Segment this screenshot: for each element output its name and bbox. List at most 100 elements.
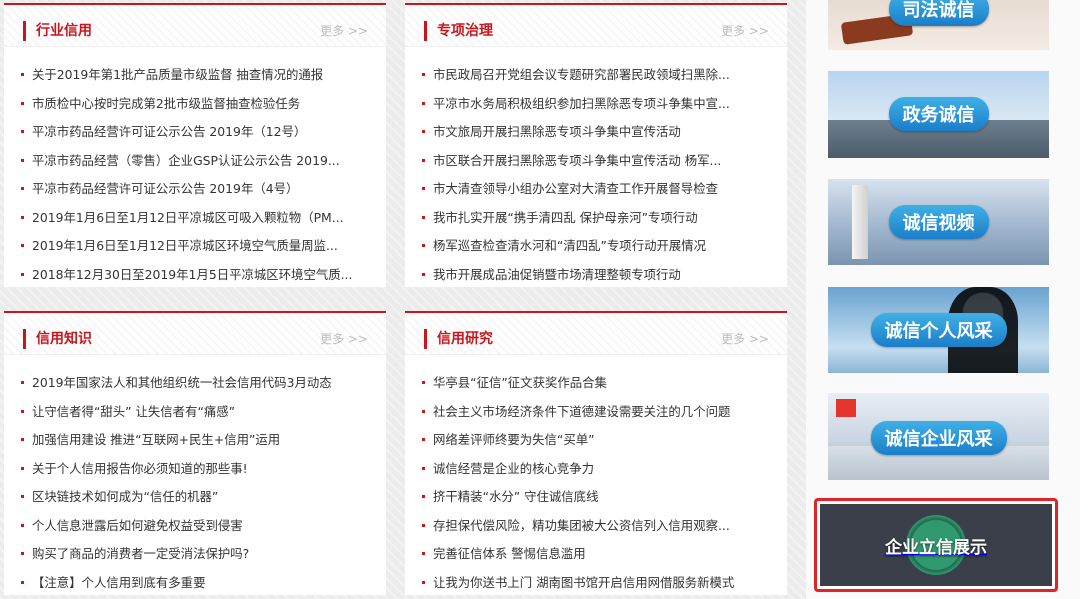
panel-header: 行业信用 更多 >>: [4, 5, 386, 47]
bullet-icon: [422, 215, 425, 219]
news-link[interactable]: 加强信用建设 推进“互联网+民生+信用”运用: [32, 432, 280, 447]
news-link[interactable]: 平凉市药品经营许可证公示公告 2019年（4号）: [32, 181, 298, 196]
list-item: 华亭县“征信”征文获奖作品合集: [422, 373, 772, 402]
news-link[interactable]: 杨军巡查检查清水河和“清四乱”专项行动开展情况: [433, 238, 706, 253]
bullet-icon: [21, 244, 24, 247]
news-link[interactable]: 2019年1月6日至1月12日平凉城区环境空气质量周监...: [32, 238, 338, 253]
bullet-icon: [422, 466, 425, 470]
panel-credit-knowledge: 信用知识 更多 >> 2019年国家法人和其他组织统一社会信用代码3月动态 让守…: [4, 311, 386, 595]
list-item: 平凉市水务局积极组织参加扫黑除恶专项斗争集中宣...: [422, 94, 772, 123]
flag-image: [836, 399, 856, 417]
bullet-icon: [422, 580, 425, 584]
news-link[interactable]: 2019年1月6日至1月12日平凉城区可吸入颗粒物（PM...: [32, 210, 344, 225]
banner-label: 诚信个人风采: [870, 313, 1007, 347]
news-link[interactable]: 诚信经营是企业的核心竞争力: [433, 461, 594, 476]
news-link[interactable]: 平凉市水务局积极组织参加扫黑除恶专项斗争集中宣...: [433, 96, 730, 111]
list-item: 让守信者得“甜头” 让失信者有“痛感”: [21, 402, 371, 431]
list-item: 【注意】个人信用到底有多重要: [21, 573, 371, 599]
bullet-icon: [21, 580, 24, 584]
banner-individual-integrity[interactable]: 诚信个人风采: [828, 287, 1049, 373]
more-link[interactable]: 更多 >>: [721, 330, 769, 347]
bullet-icon: [21, 523, 24, 527]
list-item: 个人信息泄露后如何避免权益受到侵害: [21, 516, 371, 545]
news-link[interactable]: 我市开展成品油促销暨市场清理整顿专项行动: [433, 267, 681, 282]
bullet-icon: [21, 101, 24, 105]
banner-enterprise-credit-showcase[interactable]: 企业立信展示: [814, 498, 1058, 592]
banner-judicial-integrity[interactable]: 司法诚信: [828, 0, 1049, 50]
news-link[interactable]: 社会主义市场经济条件下道德建设需要关注的几个问题: [433, 404, 730, 419]
list-item: 社会主义市场经济条件下道德建设需要关注的几个问题: [422, 402, 772, 431]
news-link[interactable]: 市质检中心按时完成第2批市级监督抽查检验任务: [32, 96, 300, 111]
news-link[interactable]: 购买了商品的消费者一定受消法保护吗?: [32, 546, 249, 561]
news-link[interactable]: 让守信者得“甜头” 让失信者有“痛感”: [32, 404, 235, 419]
bullet-icon: [21, 438, 24, 441]
list-item: 市文旅局开展扫黑除恶专项斗争集中宣传活动: [422, 122, 772, 151]
news-link[interactable]: 市文旅局开展扫黑除恶专项斗争集中宣传活动: [433, 124, 681, 139]
banner-label: 政务诚信: [888, 97, 989, 131]
news-link[interactable]: 我市扎实开展“携手清四乱 保护母亲河”专项行动: [433, 210, 698, 225]
bullet-icon: [422, 381, 425, 384]
banner-label: 企业立信展示: [885, 537, 987, 558]
news-link[interactable]: 2019年国家法人和其他组织统一社会信用代码3月动态: [32, 375, 332, 390]
news-link[interactable]: 市民政局召开党组会议专题研究部署民政领域扫黑除...: [433, 67, 730, 82]
panel-title: 信用知识: [23, 329, 92, 349]
more-link[interactable]: 更多 >>: [320, 330, 368, 347]
news-link[interactable]: 平凉市药品经营许可证公示公告 2019年（12号）: [32, 124, 306, 139]
banner-label: 司法诚信: [888, 0, 989, 26]
news-link[interactable]: 平凉市药品经营（零售）企业GSP认证公示公告 2019...: [32, 153, 340, 168]
banner-label: 诚信企业风采: [870, 421, 1007, 455]
banner-government-integrity[interactable]: 政务诚信: [828, 71, 1049, 158]
list-item: 让我为你送书上门 湖南图书馆开启信用网借服务新模式: [422, 573, 772, 599]
more-link[interactable]: 更多 >>: [721, 22, 769, 39]
list-item: 平凉市药品经营许可证公示公告 2019年（4号）: [21, 179, 371, 208]
bullet-icon: [422, 158, 425, 162]
more-link[interactable]: 更多 >>: [320, 22, 368, 39]
banner-enterprise-integrity[interactable]: 诚信企业风采: [828, 393, 1049, 480]
news-link[interactable]: 网络差评师终要为失信“买单”: [433, 432, 595, 447]
bullet-icon: [422, 187, 425, 190]
news-link[interactable]: 市大清查领导小组办公室对大清查工作开展督导检查: [433, 181, 718, 196]
news-link[interactable]: 挤干精装“水分” 守住诚信底线: [433, 489, 598, 504]
list-item: 2019年国家法人和其他组织统一社会信用代码3月动态: [21, 373, 371, 402]
bullet-icon: [21, 495, 24, 498]
list-item: 市民政局召开党组会议专题研究部署民政领域扫黑除...: [422, 65, 772, 94]
news-link[interactable]: 存担保代偿风险，精功集团被大公资信列入信用观察...: [433, 518, 730, 533]
banner-integrity-video[interactable]: 诚信视频: [828, 179, 1049, 265]
panel-special-governance: 专项治理 更多 >> 市民政局召开党组会议专题研究部署民政领域扫黑除... 平凉…: [405, 3, 787, 287]
news-link[interactable]: 市区联合开展扫黑除恶专项斗争集中宣传活动 杨军...: [433, 153, 721, 168]
bullet-icon: [21, 381, 24, 384]
news-link[interactable]: 区块链技术如何成为“信任的机器”: [32, 489, 218, 504]
bullet-icon: [422, 409, 425, 413]
list-item: 我市开展成品油促销暨市场清理整顿专项行动: [422, 265, 772, 294]
bullet-icon: [422, 438, 425, 441]
list-item: 我市扎实开展“携手清四乱 保护母亲河”专项行动: [422, 208, 772, 237]
news-link[interactable]: 华亭县“征信”征文获奖作品合集: [433, 375, 607, 390]
list-item: 关于2019年第1批产品质量市级监督 抽查情况的通报: [21, 65, 371, 94]
news-link[interactable]: 【注意】个人信用到底有多重要: [32, 575, 205, 590]
news-link[interactable]: 关于个人信用报告你必须知道的那些事!: [32, 461, 248, 476]
list-item: 网络差评师终要为失信“买单”: [422, 430, 772, 459]
news-link[interactable]: 让我为你送书上门 湖南图书馆开启信用网借服务新模式: [433, 575, 734, 590]
panel-header: 信用知识 更多 >>: [4, 313, 386, 355]
bullet-icon: [21, 552, 24, 555]
bullet-icon: [21, 158, 24, 162]
panel-industry-credit: 行业信用 更多 >> 关于2019年第1批产品质量市级监督 抽查情况的通报 市质…: [4, 3, 386, 287]
list-item: 2019年1月6日至1月12日平凉城区环境空气质量周监...: [21, 236, 371, 265]
list-item: 购买了商品的消费者一定受消法保护吗?: [21, 544, 371, 573]
list-item: 加强信用建设 推进“互联网+民生+信用”运用: [21, 430, 371, 459]
bullet-icon: [21, 73, 24, 76]
bullet-icon: [21, 272, 24, 276]
news-link[interactable]: 完善征信体系 警惕信息滥用: [433, 546, 586, 561]
list-item: 平凉市药品经营许可证公示公告 2019年（12号）: [21, 122, 371, 151]
panel-title: 行业信用: [23, 21, 92, 41]
list-item: 关于个人信用报告你必须知道的那些事!: [21, 459, 371, 488]
lighthouse-image: [852, 185, 868, 259]
bullet-icon: [21, 466, 24, 470]
news-link[interactable]: 个人信息泄露后如何避免权益受到侵害: [32, 518, 243, 533]
list-item: 杨军巡查检查清水河和“清四乱”专项行动开展情况: [422, 236, 772, 265]
bullet-icon: [21, 409, 24, 413]
bullet-icon: [422, 495, 425, 498]
panel-credit-research: 信用研究 更多 >> 华亭县“征信”征文获奖作品合集 社会主义市场经济条件下道德…: [405, 311, 787, 595]
news-link[interactable]: 2018年12月30日至2019年1月5日平凉城区环境空气质...: [32, 267, 352, 282]
news-link[interactable]: 关于2019年第1批产品质量市级监督 抽查情况的通报: [32, 67, 323, 82]
